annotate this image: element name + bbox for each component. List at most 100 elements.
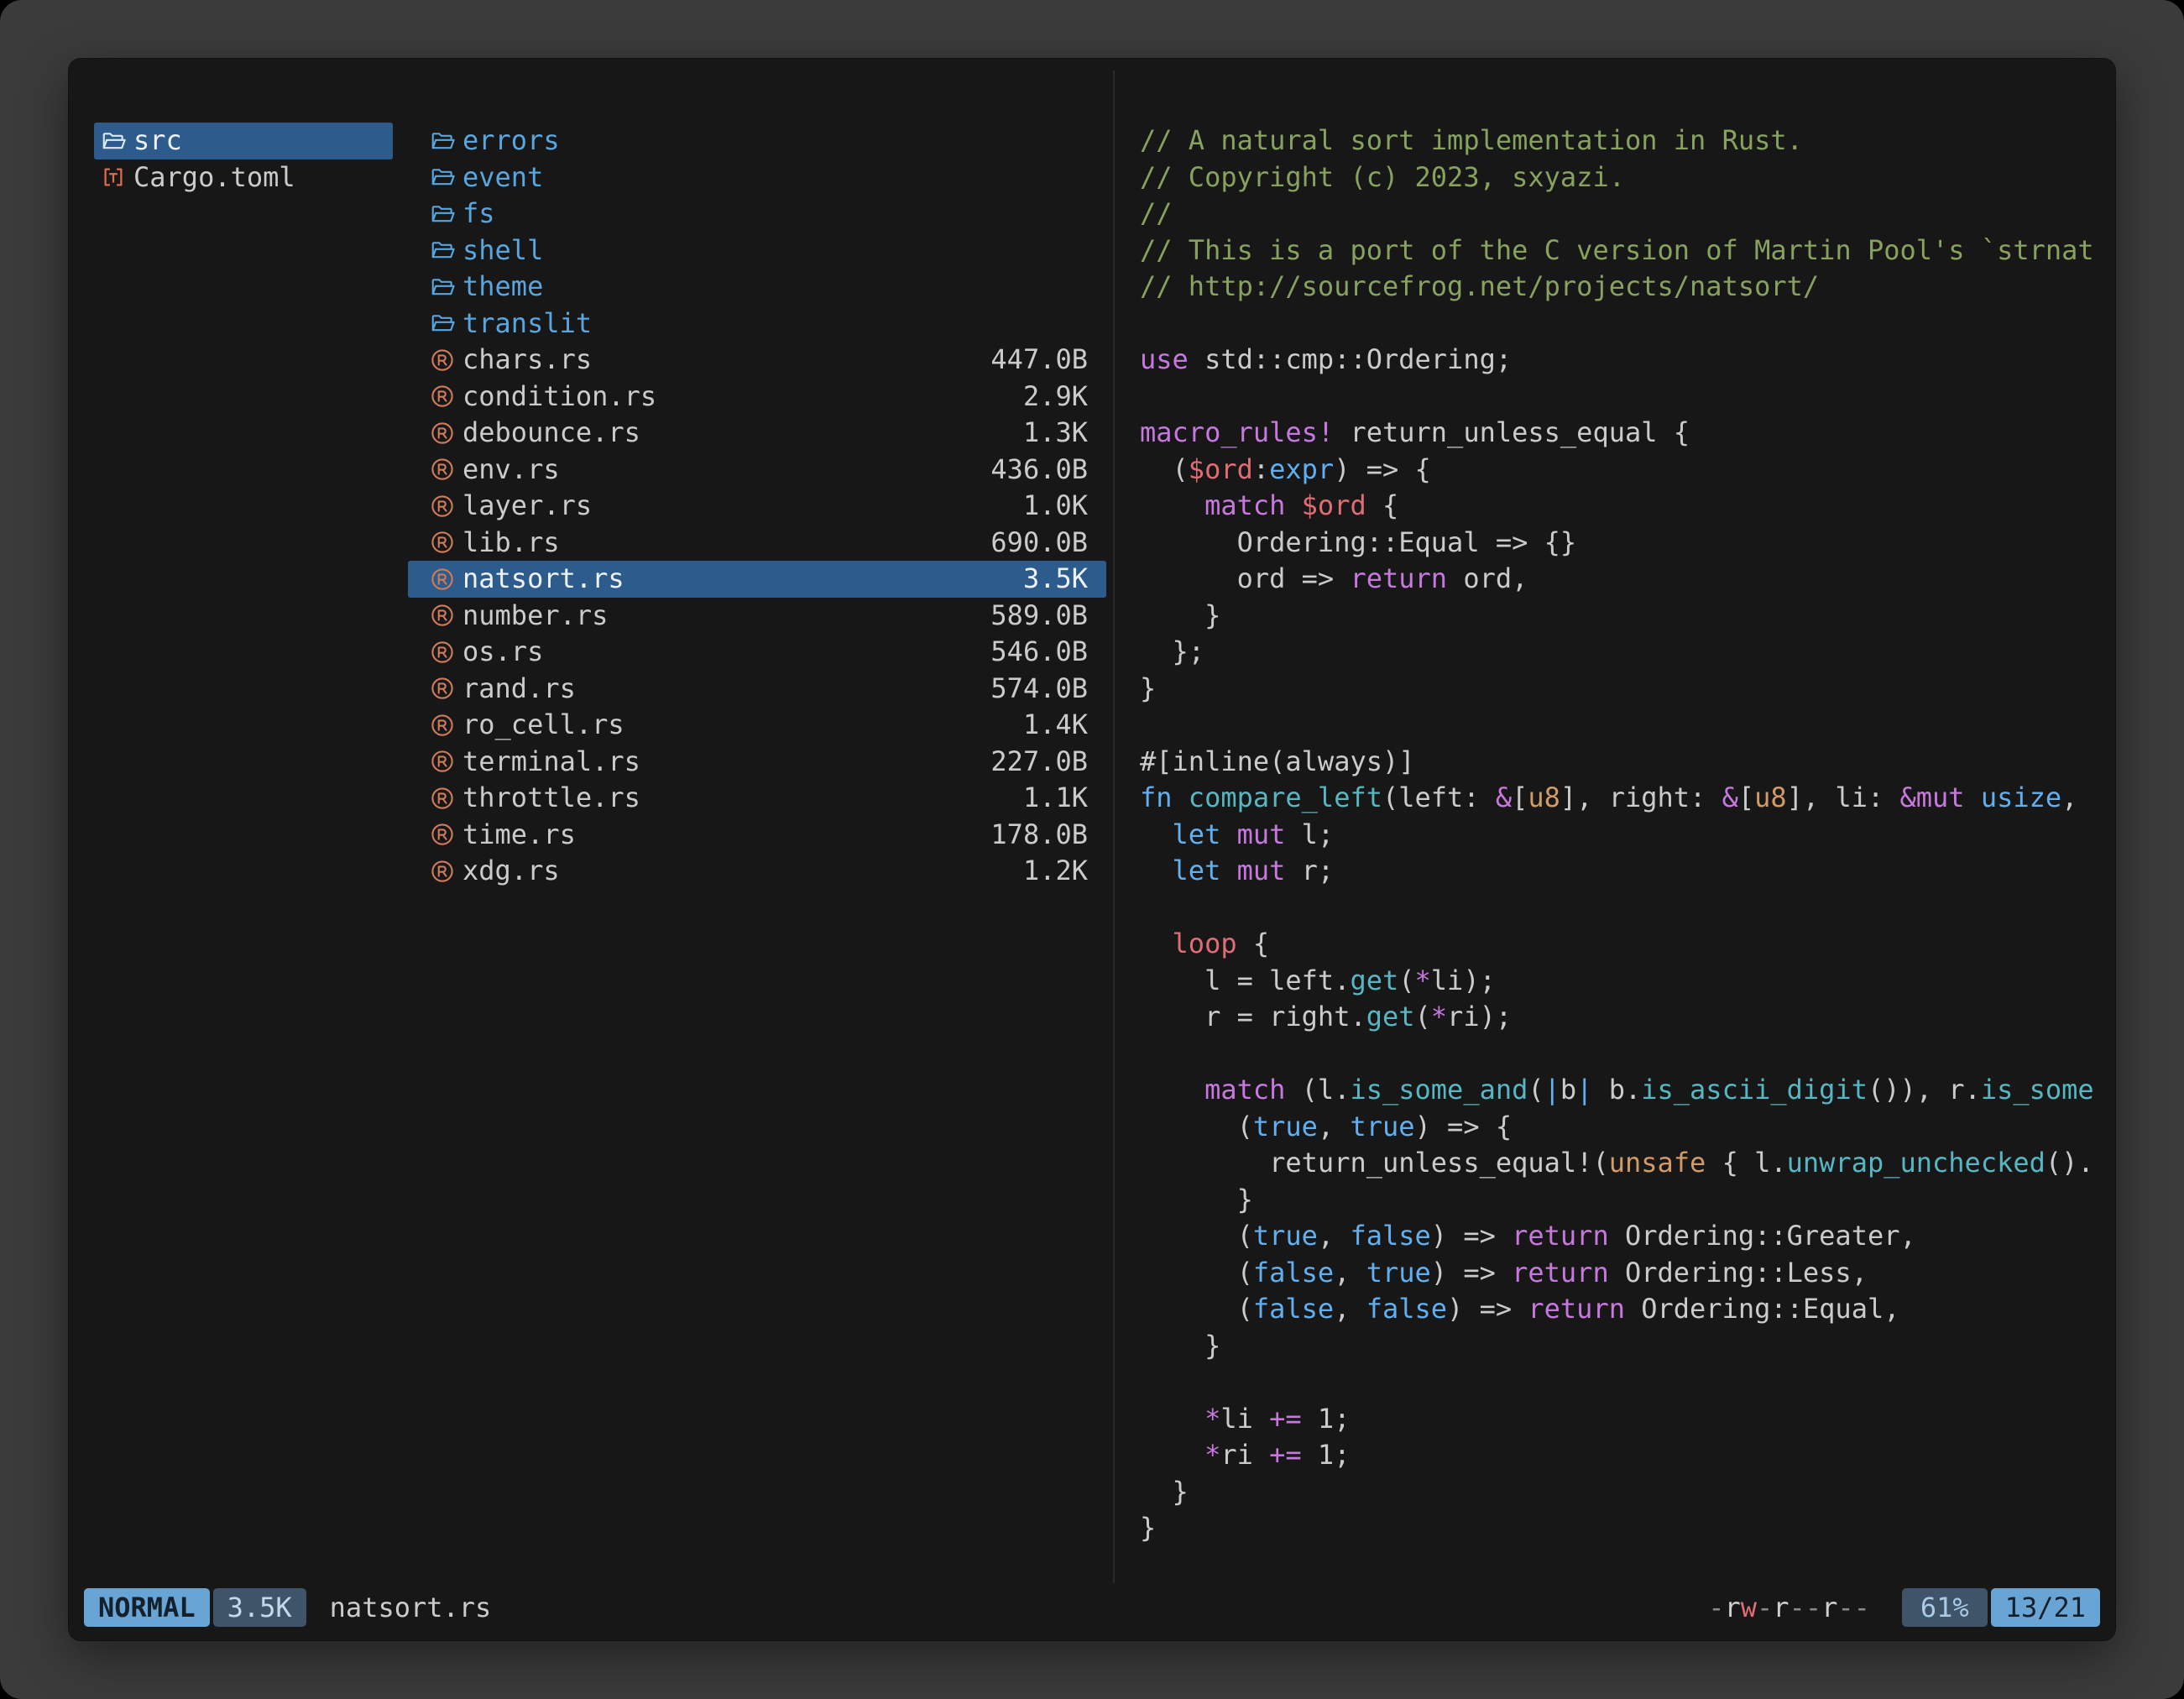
code-line: Ordering::Equal => {} [1140,525,2108,562]
code-line: return_unless_equal!(unsafe { l.unwrap_u… [1140,1145,2108,1182]
folder-icon [430,238,455,263]
entry-size: 1.4K [1023,707,1088,744]
code-line: (true, false) => return Ordering::Greate… [1140,1218,2108,1255]
code-line [1140,890,2108,927]
file-row-throttle-rs[interactable]: throttle.rs1.1K [408,780,1106,817]
entry-name: errors [462,123,1088,159]
dir-row-translit[interactable]: translit [408,306,1106,342]
entry-size: 546.0B [990,634,1088,671]
code-line: let mut r; [1140,853,2108,890]
code-line: } [1140,1182,2108,1219]
code-line: *ri += 1; [1140,1437,2108,1474]
entry-name: time.rs [462,817,980,854]
rust-icon [430,676,455,701]
entry-size: 227.0B [990,744,1088,781]
dir-row-errors[interactable]: errors [408,123,1106,159]
code-line [1140,1036,2108,1073]
code-line: let mut l; [1140,817,2108,854]
dir-row-fs[interactable]: fs [408,196,1106,233]
folder-icon [430,128,455,154]
terminal-window: srcCargo.toml errorseventfsshellthemetra… [69,59,2115,1640]
folder-icon [430,274,455,300]
code-line: // [1140,196,2108,233]
code-line: } [1140,1474,2108,1511]
entry-name: debounce.rs [462,415,1013,452]
file-row-rand-rs[interactable]: rand.rs 574.0B [408,671,1106,708]
code-line: ($ord:expr) => { [1140,452,2108,489]
entry-size: 574.0B [990,671,1088,708]
file-row-debounce-rs[interactable]: debounce.rs 1.3K [408,415,1106,452]
code-line: macro_rules! return_unless_equal { [1140,415,2108,452]
file-row-chars-rs[interactable]: chars.rs447.0B [408,342,1106,379]
entry-name: throttle.rs [462,780,1013,817]
entry-name: shell [462,233,1088,269]
code-line: } [1140,1510,2108,1547]
rust-icon [430,859,455,884]
code-line: r = right.get(*ri); [1140,999,2108,1036]
dir-row-event[interactable]: event [408,159,1106,196]
file-row-condition-rs[interactable]: condition.rs2.9K [408,379,1106,416]
code-line: (false, true) => return Ordering::Less, [1140,1255,2108,1292]
rust-icon [430,530,455,555]
code-line: (true, true) => { [1140,1109,2108,1146]
folder-icon [430,165,455,190]
file-row-xdg-rs[interactable]: xdg.rs1.2K [408,853,1106,890]
parent-item-src[interactable]: src [94,123,393,159]
code-line: // A natural sort implementation in Rust… [1140,123,2108,159]
code-line: } [1140,671,2108,708]
mode-badge: NORMAL [84,1588,210,1627]
rust-icon [430,603,455,628]
file-row-time-rs[interactable]: time.rs178.0B [408,817,1106,854]
code-line: match $ord { [1140,488,2108,525]
rust-icon [430,567,455,592]
file-row-os-rs[interactable]: os.rs 546.0B [408,634,1106,671]
file-row-env-rs[interactable]: env.rs436.0B [408,452,1106,489]
preview-pane[interactable]: // A natural sort implementation in Rust… [1115,123,2108,1578]
toml-icon [101,165,126,190]
dir-row-shell[interactable]: shell [408,233,1106,269]
status-filename: natsort.rs [330,1592,492,1623]
file-row-terminal-rs[interactable]: terminal.rs 227.0B [408,744,1106,781]
code-line: l = left.get(*li); [1140,963,2108,1000]
code-line [1140,306,2108,342]
entry-name: lib.rs [462,525,980,562]
entry-name: rand.rs [462,671,980,708]
entry-name: env.rs [462,452,980,489]
folder-icon [430,201,455,227]
file-size-badge: 3.5K [213,1588,306,1627]
entry-name: os.rs [462,634,980,671]
status-bar-right: -rw-r--r-- 61% 13/21 [1708,1588,2100,1627]
rust-icon [430,421,455,446]
parent-item-cargo-toml[interactable]: Cargo.toml [94,159,393,196]
rust-icon [430,348,455,373]
folder-icon [430,311,455,336]
parent-pane: srcCargo.toml [94,123,393,1565]
entry-name: ro_cell.rs [462,707,1013,744]
folder-icon [101,128,126,154]
entry-name: Cargo.toml [133,159,383,196]
entry-name: src [133,123,383,159]
code-line: *li += 1; [1140,1401,2108,1438]
entry-name: xdg.rs [462,853,1013,890]
code-line: }; [1140,634,2108,671]
entry-size: 3.5K [1023,561,1088,598]
entry-size: 1.3K [1023,415,1088,452]
file-row-natsort-rs[interactable]: natsort.rs3.5K [408,561,1106,598]
dir-row-theme[interactable]: theme [408,269,1106,306]
status-bar: NORMAL 3.5K natsort.rs -rw-r--r-- 61% 13… [84,1588,2100,1627]
entry-size: 1.0K [1023,488,1088,525]
current-pane: errorseventfsshellthemetranslitchars.rs4… [408,123,1106,1565]
file-row-layer-rs[interactable]: layer.rs1.0K [408,488,1106,525]
entry-name: event [462,159,1088,196]
entry-name: number.rs [462,598,980,635]
code-line: // http://sourcefrog.net/projects/natsor… [1140,269,2108,306]
rust-icon [430,786,455,811]
file-row-ro-cell-rs[interactable]: ro_cell.rs 1.4K [408,707,1106,744]
code-line: } [1140,1328,2108,1365]
entry-name: theme [462,269,1088,306]
rust-icon [430,640,455,665]
entry-name: terminal.rs [462,744,980,781]
file-row-number-rs[interactable]: number.rs589.0B [408,598,1106,635]
scroll-percent-badge: 61% [1902,1588,1988,1627]
file-row-lib-rs[interactable]: lib.rs690.0B [408,525,1106,562]
